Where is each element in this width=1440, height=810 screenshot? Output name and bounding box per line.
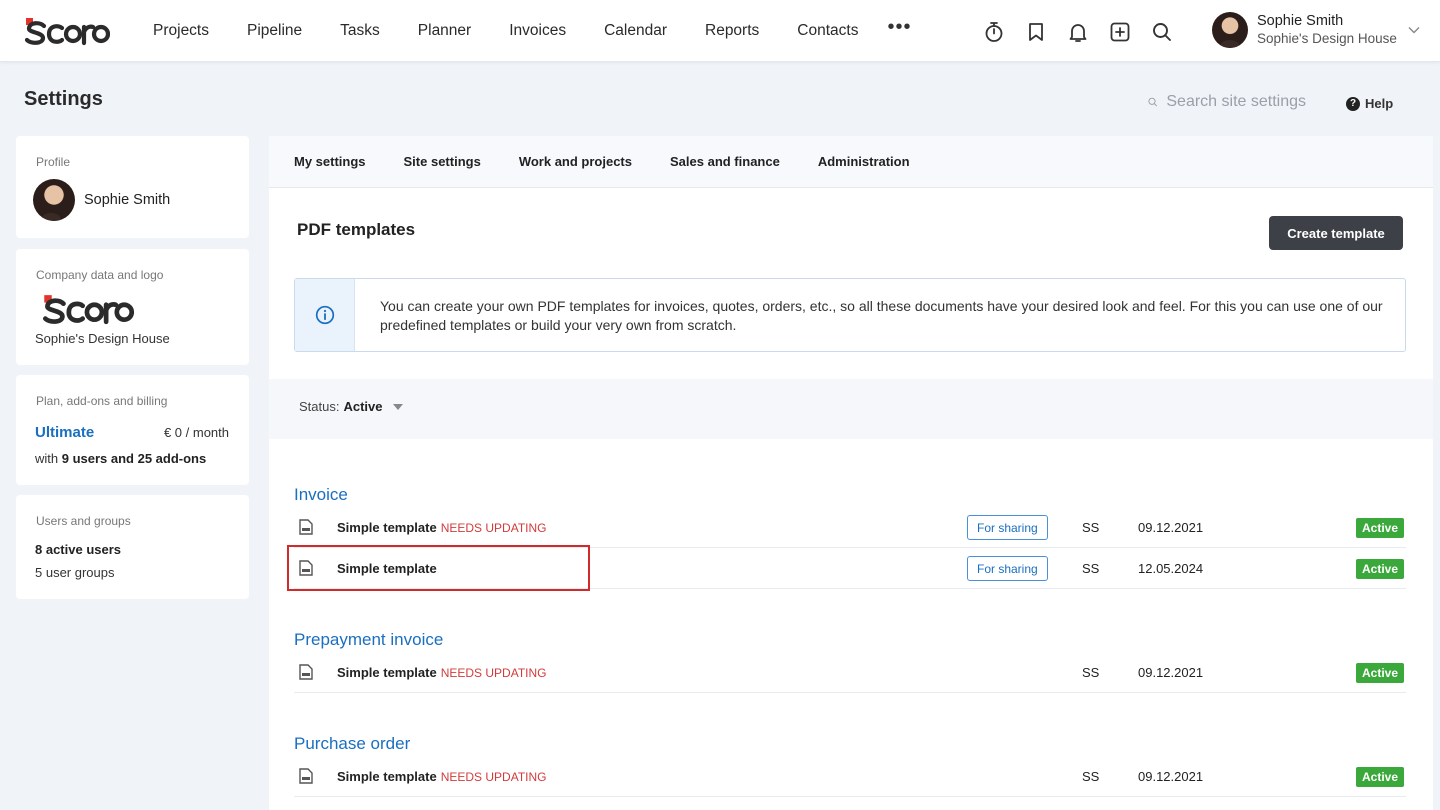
- pdf-document-icon: [299, 664, 313, 680]
- owner-initials: SS: [1082, 520, 1100, 535]
- company-logo: [42, 295, 135, 325]
- filter-bar: Status: Active: [269, 379, 1433, 439]
- users-label: Users and groups: [36, 514, 131, 528]
- section-title: PDF templates: [297, 220, 416, 239]
- timer-icon[interactable]: [980, 18, 1008, 46]
- bookmark-icon[interactable]: [1022, 18, 1050, 46]
- status-filter-value: Active: [343, 399, 383, 414]
- group-title-purchase-order: Purchase order: [294, 734, 411, 753]
- help-label: Help: [1365, 96, 1394, 111]
- search-icon[interactable]: [1148, 18, 1176, 46]
- template-name[interactable]: Simple template NEEDS UPDATING: [337, 520, 547, 535]
- needs-updating-label: NEEDS UPDATING: [440, 666, 547, 680]
- nav-invoices[interactable]: Invoices: [490, 22, 585, 40]
- status-badge: Active: [1356, 663, 1405, 683]
- owner-initials: SS: [1082, 665, 1100, 680]
- add-icon[interactable]: [1106, 18, 1134, 46]
- owner-initials: SS: [1082, 769, 1100, 784]
- main-panel: My settings Site settings Work and proje…: [269, 136, 1433, 810]
- nav-reports[interactable]: Reports: [686, 22, 778, 40]
- settings-tabs: My settings Site settings Work and proje…: [269, 136, 1433, 188]
- needs-updating-label: NEEDS UPDATING: [440, 521, 547, 535]
- company-name: Sophie's Design House: [35, 331, 170, 346]
- table-row[interactable]: Simple template NEEDS UPDATING SS 09.12.2…: [294, 756, 1406, 797]
- active-users-count: 8 active users: [35, 542, 122, 557]
- search-icon: [1148, 97, 1157, 107]
- nav-planner[interactable]: Planner: [399, 22, 490, 40]
- chevron-down-icon[interactable]: [1408, 26, 1420, 34]
- nav-projects[interactable]: Projects: [134, 22, 228, 40]
- status-badge: Active: [1356, 518, 1405, 538]
- create-template-button[interactable]: Create template: [1269, 216, 1403, 250]
- plan-name[interactable]: Ultimate: [35, 424, 94, 441]
- group-title-invoice: Invoice: [294, 485, 348, 504]
- status-badge: Active: [1356, 767, 1405, 787]
- table-row[interactable]: Simple template NEEDS UPDATING SS 09.12.2…: [294, 652, 1406, 693]
- tab-sales-and-finance[interactable]: Sales and finance: [670, 154, 780, 169]
- plan-price: € 0 / month: [163, 425, 229, 440]
- page-title: Settings: [24, 88, 103, 110]
- modified-date: 09.12.2021: [1138, 520, 1204, 535]
- question-icon: ?: [1346, 96, 1360, 111]
- users-card[interactable]: Users and groups 8 active users 5 user g…: [16, 495, 249, 599]
- template-name[interactable]: Simple template NEEDS UPDATING: [337, 665, 547, 680]
- avatar: [33, 179, 75, 221]
- search-input[interactable]: Search site settings: [1166, 93, 1306, 111]
- info-icon: [315, 305, 334, 325]
- tab-my-settings[interactable]: My settings: [294, 154, 366, 169]
- tab-work-and-projects[interactable]: Work and projects: [519, 154, 632, 169]
- caret-down-icon: [392, 403, 403, 410]
- profile-label: Profile: [36, 155, 71, 169]
- plan-users: with 9 users and 25 add-ons: [35, 451, 207, 466]
- nav-tasks[interactable]: Tasks: [321, 22, 399, 40]
- modified-date: 09.12.2021: [1138, 769, 1204, 784]
- modified-date: 09.12.2021: [1138, 665, 1204, 680]
- profile-card[interactable]: Profile Sophie Smith: [16, 136, 249, 238]
- user-groups-count: 5 user groups: [35, 565, 115, 580]
- info-text: You can create your own PDF templates fo…: [380, 298, 1383, 333]
- tab-administration[interactable]: Administration: [818, 154, 910, 169]
- nav-pipeline[interactable]: Pipeline: [228, 22, 321, 40]
- plan-card[interactable]: Plan, add-ons and billing Ultimate € 0 /…: [16, 375, 249, 485]
- top-navigation-bar: Projects Pipeline Tasks Planner Invoices…: [0, 0, 1440, 62]
- table-row[interactable]: Simple template NEEDS UPDATING For sharin…: [294, 507, 1406, 548]
- needs-updating-label: NEEDS UPDATING: [440, 770, 547, 784]
- user-name: Sophie Smith: [1257, 13, 1344, 29]
- status-filter-label: Status:: [299, 399, 340, 414]
- tab-site-settings[interactable]: Site settings: [404, 154, 481, 169]
- status-badge: Active: [1356, 559, 1405, 579]
- for-sharing-badge[interactable]: For sharing: [967, 556, 1048, 581]
- nav-calendar[interactable]: Calendar: [585, 22, 686, 40]
- for-sharing-badge[interactable]: For sharing: [967, 515, 1048, 540]
- nav-contacts[interactable]: Contacts: [778, 22, 877, 40]
- more-menu-button[interactable]: •••: [877, 16, 921, 39]
- pdf-document-icon: [299, 768, 313, 784]
- owner-initials: SS: [1082, 561, 1100, 576]
- pdf-document-icon: [299, 519, 313, 535]
- company-card[interactable]: Company data and logo Sophie's Design Ho…: [16, 249, 249, 365]
- avatar: [1212, 12, 1248, 48]
- company-label: Company data and logo: [36, 268, 164, 282]
- help-button[interactable]: ? Help: [1346, 96, 1393, 111]
- user-company: Sophie's Design House: [1257, 31, 1397, 46]
- profile-name: Sophie Smith: [84, 192, 171, 208]
- scoro-logo[interactable]: [24, 16, 110, 46]
- user-menu[interactable]: Sophie Smith Sophie's Design House: [1212, 12, 1420, 48]
- template-name[interactable]: Simple template NEEDS UPDATING: [337, 769, 547, 784]
- bell-icon[interactable]: [1064, 18, 1092, 46]
- info-banner: You can create your own PDF templates fo…: [294, 278, 1406, 352]
- modified-date: 12.05.2024: [1138, 561, 1204, 576]
- plan-label: Plan, add-ons and billing: [36, 394, 168, 408]
- main-nav: Projects Pipeline Tasks Planner Invoices…: [134, 0, 921, 62]
- group-title-prepayment-invoice: Prepayment invoice: [294, 630, 444, 649]
- top-icon-group: [980, 18, 1176, 46]
- site-settings-search[interactable]: Search site settings: [1148, 93, 1306, 111]
- highlight-box: [287, 545, 590, 591]
- status-filter-dropdown[interactable]: Status: Active: [299, 399, 403, 414]
